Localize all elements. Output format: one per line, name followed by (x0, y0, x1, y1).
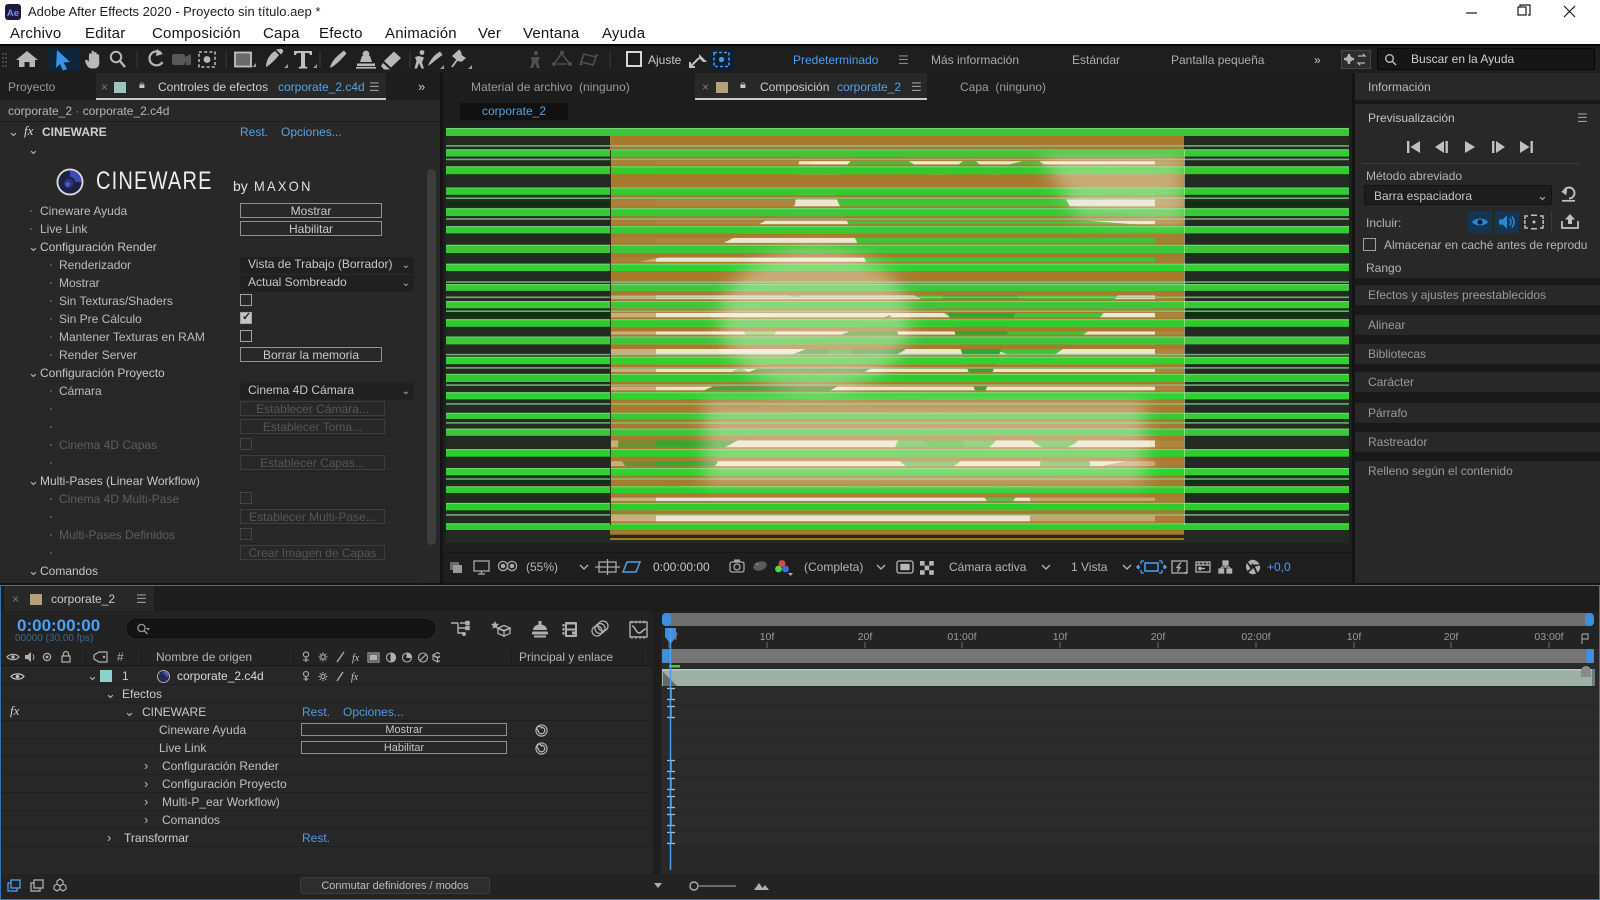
svg-text:Ae: Ae (7, 8, 19, 19)
svg-text:10f: 10f (760, 631, 775, 643)
svg-text:01:00f: 01:00f (947, 631, 976, 643)
svg-text:10f: 10f (1347, 631, 1362, 643)
svg-text:10f: 10f (1053, 631, 1068, 643)
svg-text:fx: fx (351, 672, 359, 683)
svg-text:20f: 20f (858, 631, 873, 643)
svg-text:02:00f: 02:00f (1241, 631, 1270, 643)
svg-text:20f: 20f (1444, 631, 1459, 643)
svg-text:fx: fx (352, 653, 360, 664)
svg-text:03:00f: 03:00f (1534, 631, 1563, 643)
svg-text:20f: 20f (1151, 631, 1166, 643)
